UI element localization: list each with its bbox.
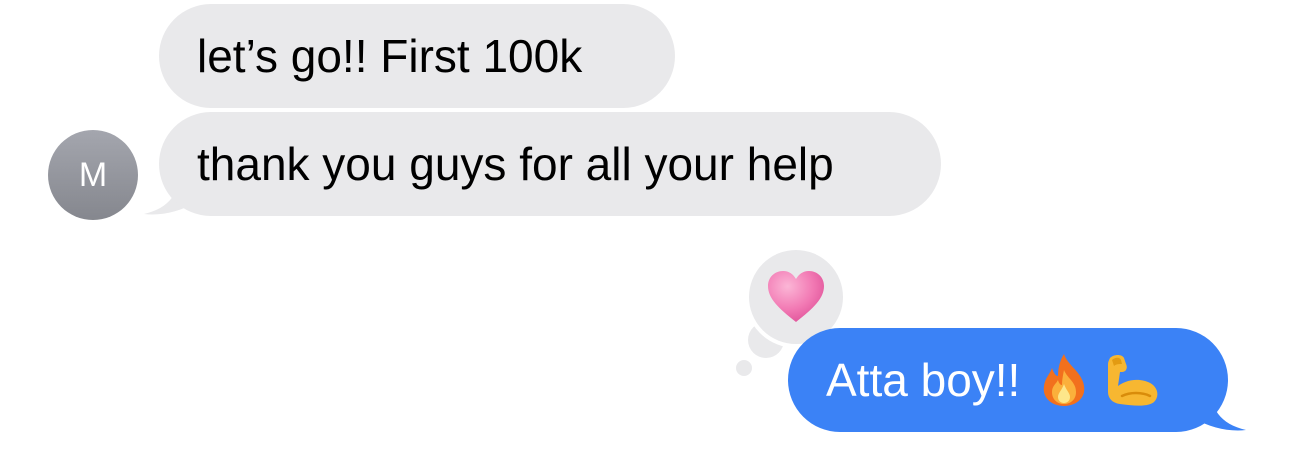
flexed-biceps-emoji	[1104, 352, 1162, 408]
message-bubble-outgoing[interactable]: Atta boy!!	[788, 328, 1228, 432]
fire-emoji	[1038, 352, 1090, 408]
reaction-dot-small	[736, 360, 752, 376]
message-bubble-incoming[interactable]: let’s go!! First 100k	[159, 4, 675, 108]
heart-icon	[768, 271, 824, 322]
message-text: Atta boy!!	[826, 354, 1021, 406]
message-text: let’s go!! First 100k	[197, 30, 583, 82]
message-bubble-incoming[interactable]: thank you guys for all your help	[159, 112, 941, 216]
avatar-initial: M	[78, 155, 108, 194]
message-text: thank you guys for all your help	[197, 138, 834, 190]
avatar[interactable]: M	[48, 130, 138, 220]
